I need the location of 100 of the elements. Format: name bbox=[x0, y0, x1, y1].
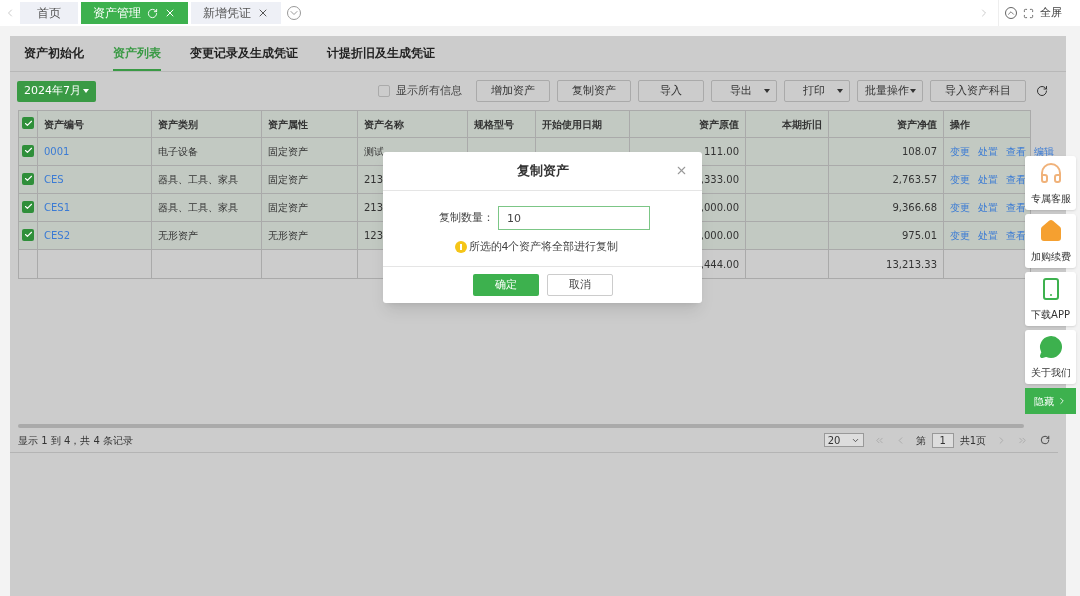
checkbox[interactable] bbox=[22, 228, 34, 241]
refresh-icon[interactable] bbox=[1040, 435, 1050, 445]
row-action-link[interactable]: 变更 bbox=[950, 228, 970, 243]
tab-label: 首页 bbox=[37, 5, 61, 22]
column-header: 资产编号 bbox=[44, 118, 84, 130]
table-cell: ,000.00 bbox=[700, 230, 739, 241]
checkbox[interactable] bbox=[22, 117, 34, 129]
row-action-link[interactable]: 处置 bbox=[978, 228, 998, 243]
table-cell: 固定资产 bbox=[268, 174, 308, 185]
row-action-link[interactable]: 变更 bbox=[950, 200, 970, 215]
table-cell: 无形资产 bbox=[268, 230, 308, 241]
fullscreen-icon[interactable] bbox=[1023, 7, 1034, 19]
toolbar-dropdown[interactable]: 批量操作 bbox=[857, 80, 923, 102]
section-tab[interactable]: 计提折旧及生成凭证 bbox=[327, 36, 435, 71]
checkbox[interactable] bbox=[22, 200, 34, 213]
checkbox[interactable] bbox=[378, 85, 390, 97]
column-header: 规格型号 bbox=[474, 118, 514, 130]
table-cell: 无形资产 bbox=[158, 230, 198, 241]
table-cell: 975.01 bbox=[902, 230, 937, 241]
warning-icon bbox=[454, 241, 467, 254]
row-action-link[interactable]: 编辑 bbox=[1034, 144, 1054, 159]
section-tab[interactable]: 资产初始化 bbox=[24, 36, 84, 71]
toolbar-dropdown[interactable]: 导出 bbox=[711, 80, 777, 102]
toolbar-button[interactable]: 导入资产科目 bbox=[930, 80, 1026, 102]
row-action-link[interactable]: 变更 bbox=[950, 144, 970, 159]
record-summary: 显示 1 到 4，共 4 条记录 bbox=[18, 433, 133, 448]
period-dropdown[interactable]: 2024年7月 bbox=[17, 80, 96, 102]
row-action-link[interactable]: 处置 bbox=[978, 144, 998, 159]
table-cell: 213 bbox=[364, 174, 384, 185]
table-cell: 2,763.57 bbox=[892, 174, 937, 185]
dialog-notice: 所选的4个资产将全部进行复制 bbox=[468, 239, 619, 255]
headset-icon bbox=[1038, 160, 1063, 185]
row-action-link[interactable]: 查看 bbox=[1006, 144, 1026, 159]
fullscreen-link[interactable]: 全屏 bbox=[1040, 4, 1062, 22]
row-action-link[interactable]: 查看 bbox=[1006, 172, 1026, 187]
table-cell: 123 bbox=[364, 230, 384, 241]
table-cell: ,333.00 bbox=[700, 174, 739, 185]
row-action-link[interactable]: 查看 bbox=[1006, 200, 1026, 215]
section-tab[interactable]: 资产列表 bbox=[113, 36, 161, 71]
caret-icon bbox=[764, 89, 770, 93]
house-icon bbox=[1038, 218, 1063, 243]
refresh-icon[interactable] bbox=[1036, 85, 1048, 97]
column-header: 资产名称 bbox=[364, 118, 404, 130]
table-cell: 固定资产 bbox=[268, 146, 308, 157]
column-header: 资产净值 bbox=[897, 118, 937, 130]
side-panel-item[interactable]: 关于我们 bbox=[1025, 330, 1076, 384]
table-cell: 108.07 bbox=[902, 146, 937, 157]
page-tab[interactable]: 首页 bbox=[20, 2, 78, 24]
caret-icon bbox=[837, 89, 843, 93]
cancel-button[interactable]: 取消 bbox=[546, 274, 613, 296]
asset-code-link[interactable]: CES2 bbox=[44, 230, 70, 241]
page-input[interactable]: 1 bbox=[931, 432, 954, 448]
row-action-link[interactable]: 查看 bbox=[1006, 228, 1026, 243]
table-cell: ,000.00 bbox=[700, 202, 739, 213]
hide-panel-button[interactable]: 隐藏 bbox=[1025, 388, 1076, 414]
column-header: 资产属性 bbox=[268, 118, 308, 130]
toolbar-button[interactable]: 导入 bbox=[638, 80, 704, 102]
table-cell: 器具、工具、家具 bbox=[158, 174, 238, 185]
page-size-select[interactable]: 20 bbox=[823, 433, 864, 447]
checkbox-label: 显示所有信息 bbox=[396, 82, 462, 99]
page-tab[interactable]: 新增凭证 bbox=[191, 2, 281, 24]
column-header: 资产类别 bbox=[158, 118, 198, 130]
asset-code-link[interactable]: 0001 bbox=[44, 146, 70, 157]
table-cell: 器具、工具、家具 bbox=[158, 202, 238, 213]
page-prefix: 第 bbox=[915, 433, 926, 448]
column-header: 资产原值 bbox=[699, 118, 739, 130]
row-action-link[interactable]: 处置 bbox=[978, 172, 998, 187]
asset-code-link[interactable]: CES bbox=[44, 174, 64, 185]
toolbar-dropdown[interactable]: 打印 bbox=[784, 80, 850, 102]
close-icon[interactable] bbox=[675, 164, 688, 177]
section-tab[interactable]: 变更记录及生成凭证 bbox=[190, 36, 298, 71]
total-cell: ,444.00 bbox=[700, 258, 739, 270]
total-cell: 13,213.33 bbox=[886, 258, 937, 270]
table-cell: 9,366.68 bbox=[892, 202, 937, 213]
caret-icon bbox=[909, 89, 916, 93]
column-header: 本期折旧 bbox=[782, 118, 822, 130]
page-total: 共1页 bbox=[959, 433, 986, 448]
horizontal-scrollbar[interactable] bbox=[18, 424, 1024, 428]
toolbar-button[interactable]: 增加资产 bbox=[476, 80, 550, 102]
checkbox[interactable] bbox=[22, 172, 34, 185]
side-panel-item[interactable]: 下载APP bbox=[1025, 272, 1076, 326]
table-cell: 213 bbox=[364, 202, 384, 213]
page-tab[interactable]: 资产管理 bbox=[81, 2, 188, 24]
toolbar-button[interactable]: 复制资产 bbox=[557, 80, 631, 102]
side-panel-item[interactable]: 加购续费 bbox=[1025, 214, 1076, 268]
column-header: 开始使用日期 bbox=[542, 118, 602, 130]
table-cell: 电子设备 bbox=[158, 146, 198, 157]
field-label: 复制数量： bbox=[439, 209, 494, 226]
row-action-link[interactable]: 处置 bbox=[978, 200, 998, 215]
chevron-right-icon bbox=[1057, 396, 1067, 406]
quantity-field[interactable]: 10 bbox=[498, 206, 650, 230]
checkbox[interactable] bbox=[22, 144, 34, 157]
confirm-button[interactable]: 确定 bbox=[472, 274, 539, 296]
asset-code-link[interactable]: CES1 bbox=[44, 202, 70, 213]
close-icon[interactable] bbox=[164, 7, 176, 19]
row-action-link[interactable]: 变更 bbox=[950, 172, 970, 187]
close-icon[interactable] bbox=[257, 7, 269, 19]
dialog-title: 复制资产 bbox=[516, 162, 569, 181]
tab-label: 新增凭证 bbox=[203, 5, 251, 22]
side-panel-item[interactable]: 专属客服 bbox=[1025, 156, 1076, 210]
